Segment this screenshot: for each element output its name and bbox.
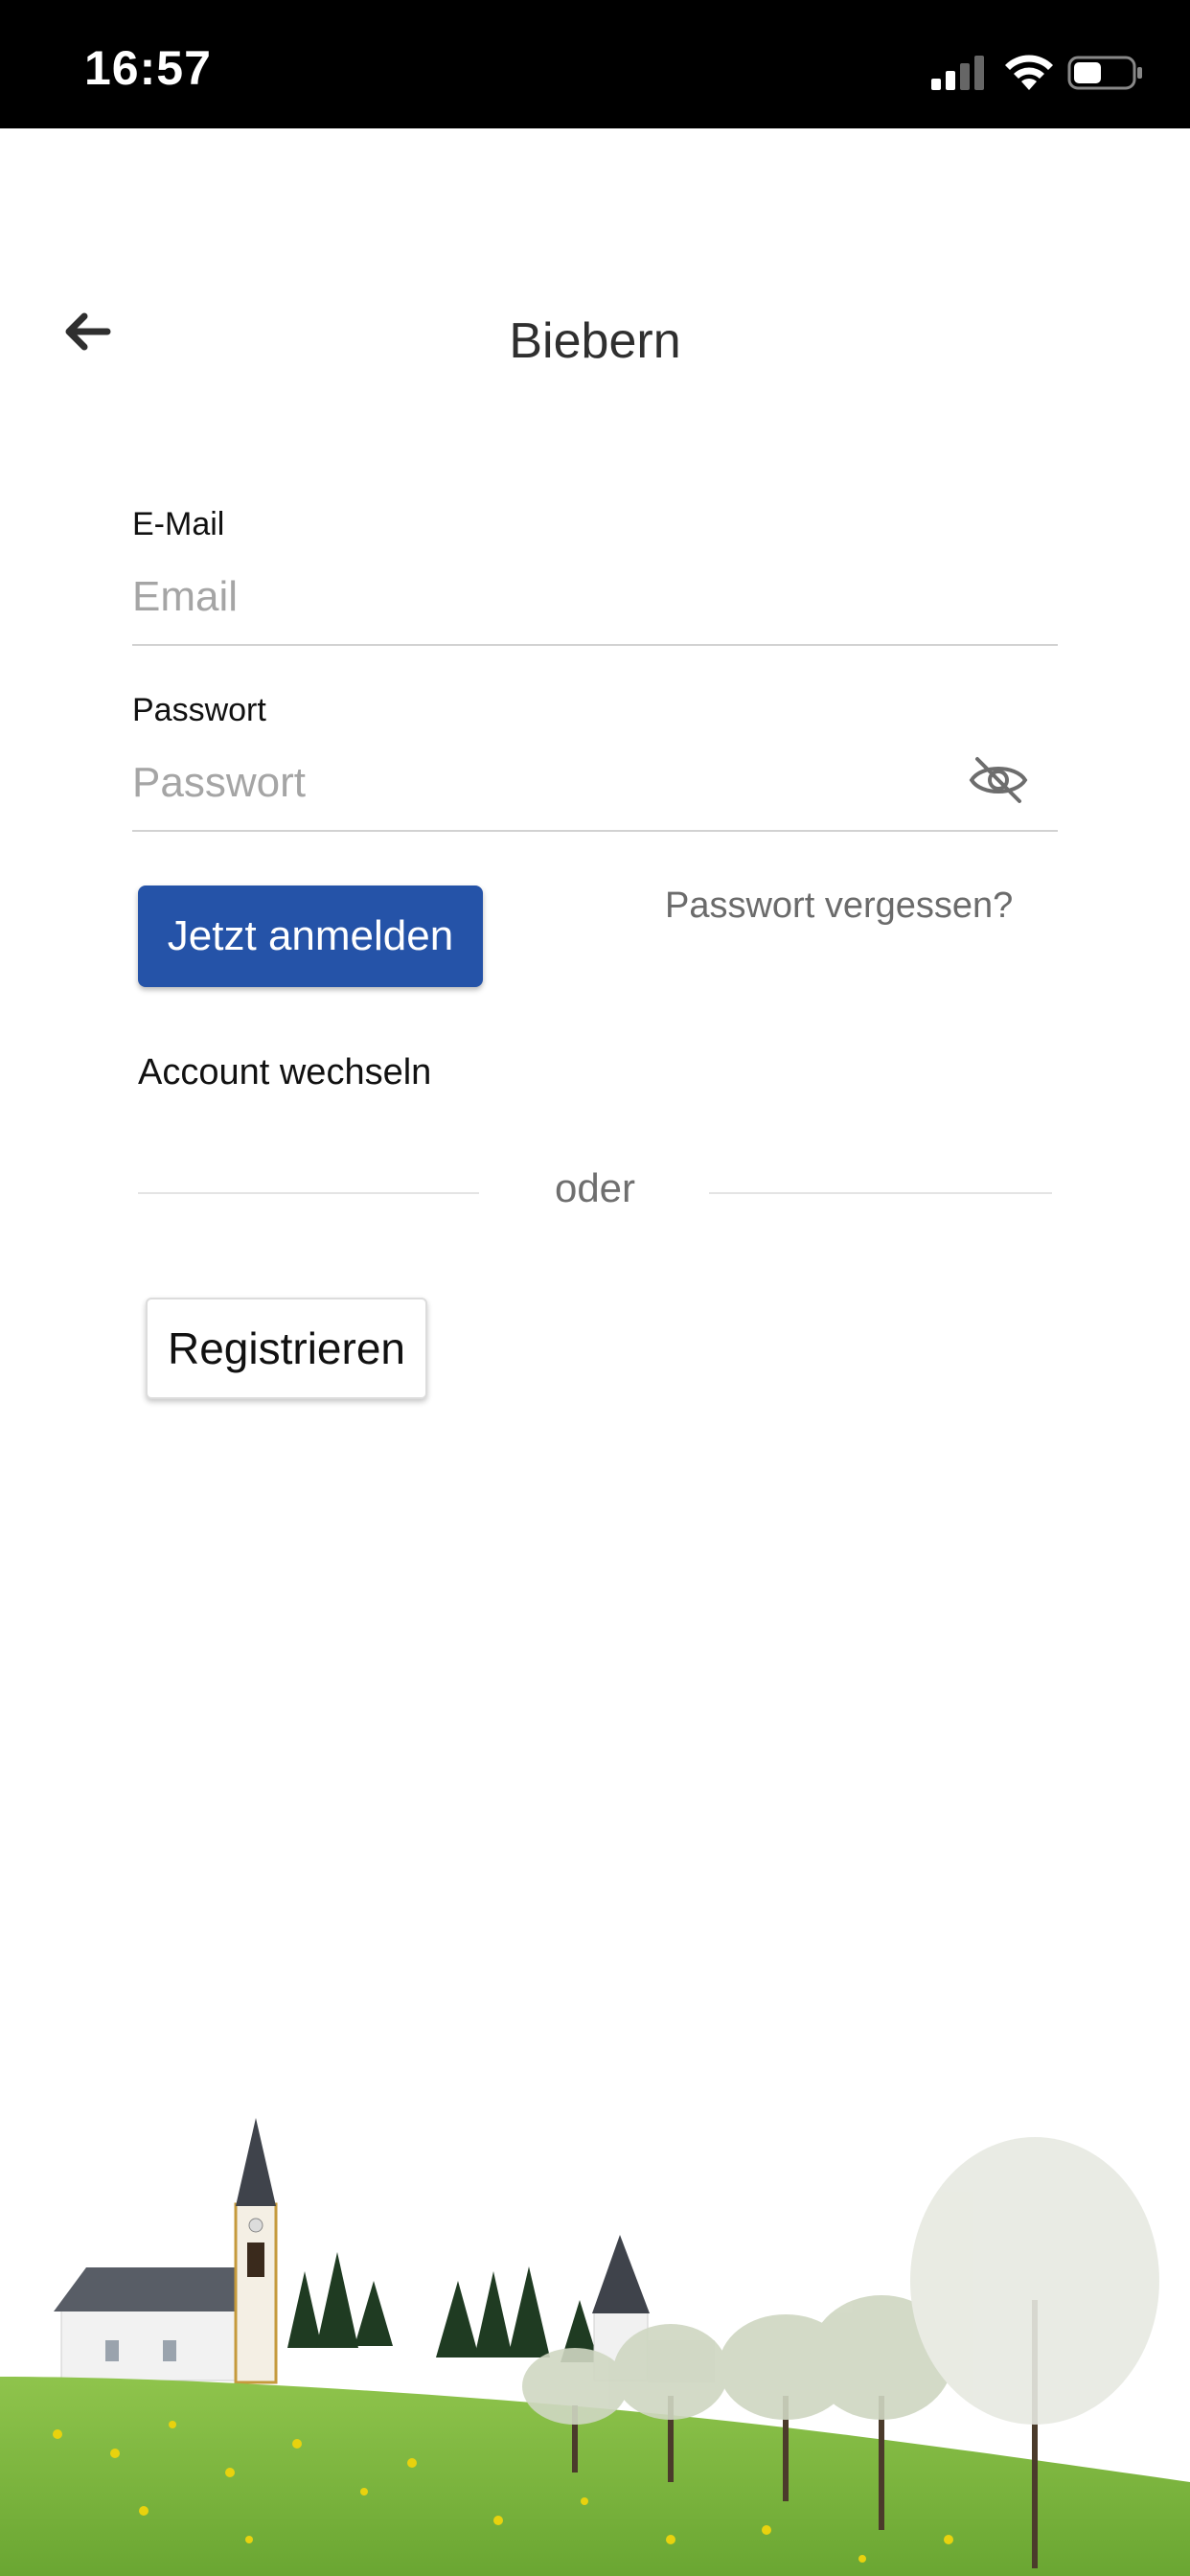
eye-slash-icon[interactable] (968, 753, 1029, 807)
password-underline (132, 830, 1058, 832)
battery-icon (1067, 56, 1142, 90)
register-button[interactable]: Registrieren (146, 1298, 427, 1399)
password-label: Passwort (132, 692, 266, 728)
forgot-password-link[interactable]: Passwort vergessen? (665, 886, 1013, 927)
divider-line-right (709, 1192, 1052, 1194)
status-bar: 16:57 (0, 0, 1190, 128)
village-landscape-image (0, 2118, 1190, 2576)
password-input[interactable] (132, 746, 956, 820)
login-button[interactable]: Jetzt anmelden (138, 886, 483, 987)
email-input[interactable] (132, 560, 1058, 634)
switch-account-link[interactable]: Account wechseln (138, 1052, 431, 1093)
page-title: Biebern (509, 313, 681, 369)
status-time: 16:57 (84, 41, 212, 95)
email-label: E-Mail (132, 506, 225, 542)
cellular-signal-icon (931, 56, 984, 90)
wifi-icon (1005, 55, 1053, 90)
email-underline (132, 644, 1058, 646)
divider-label: oder (554, 1165, 636, 1210)
